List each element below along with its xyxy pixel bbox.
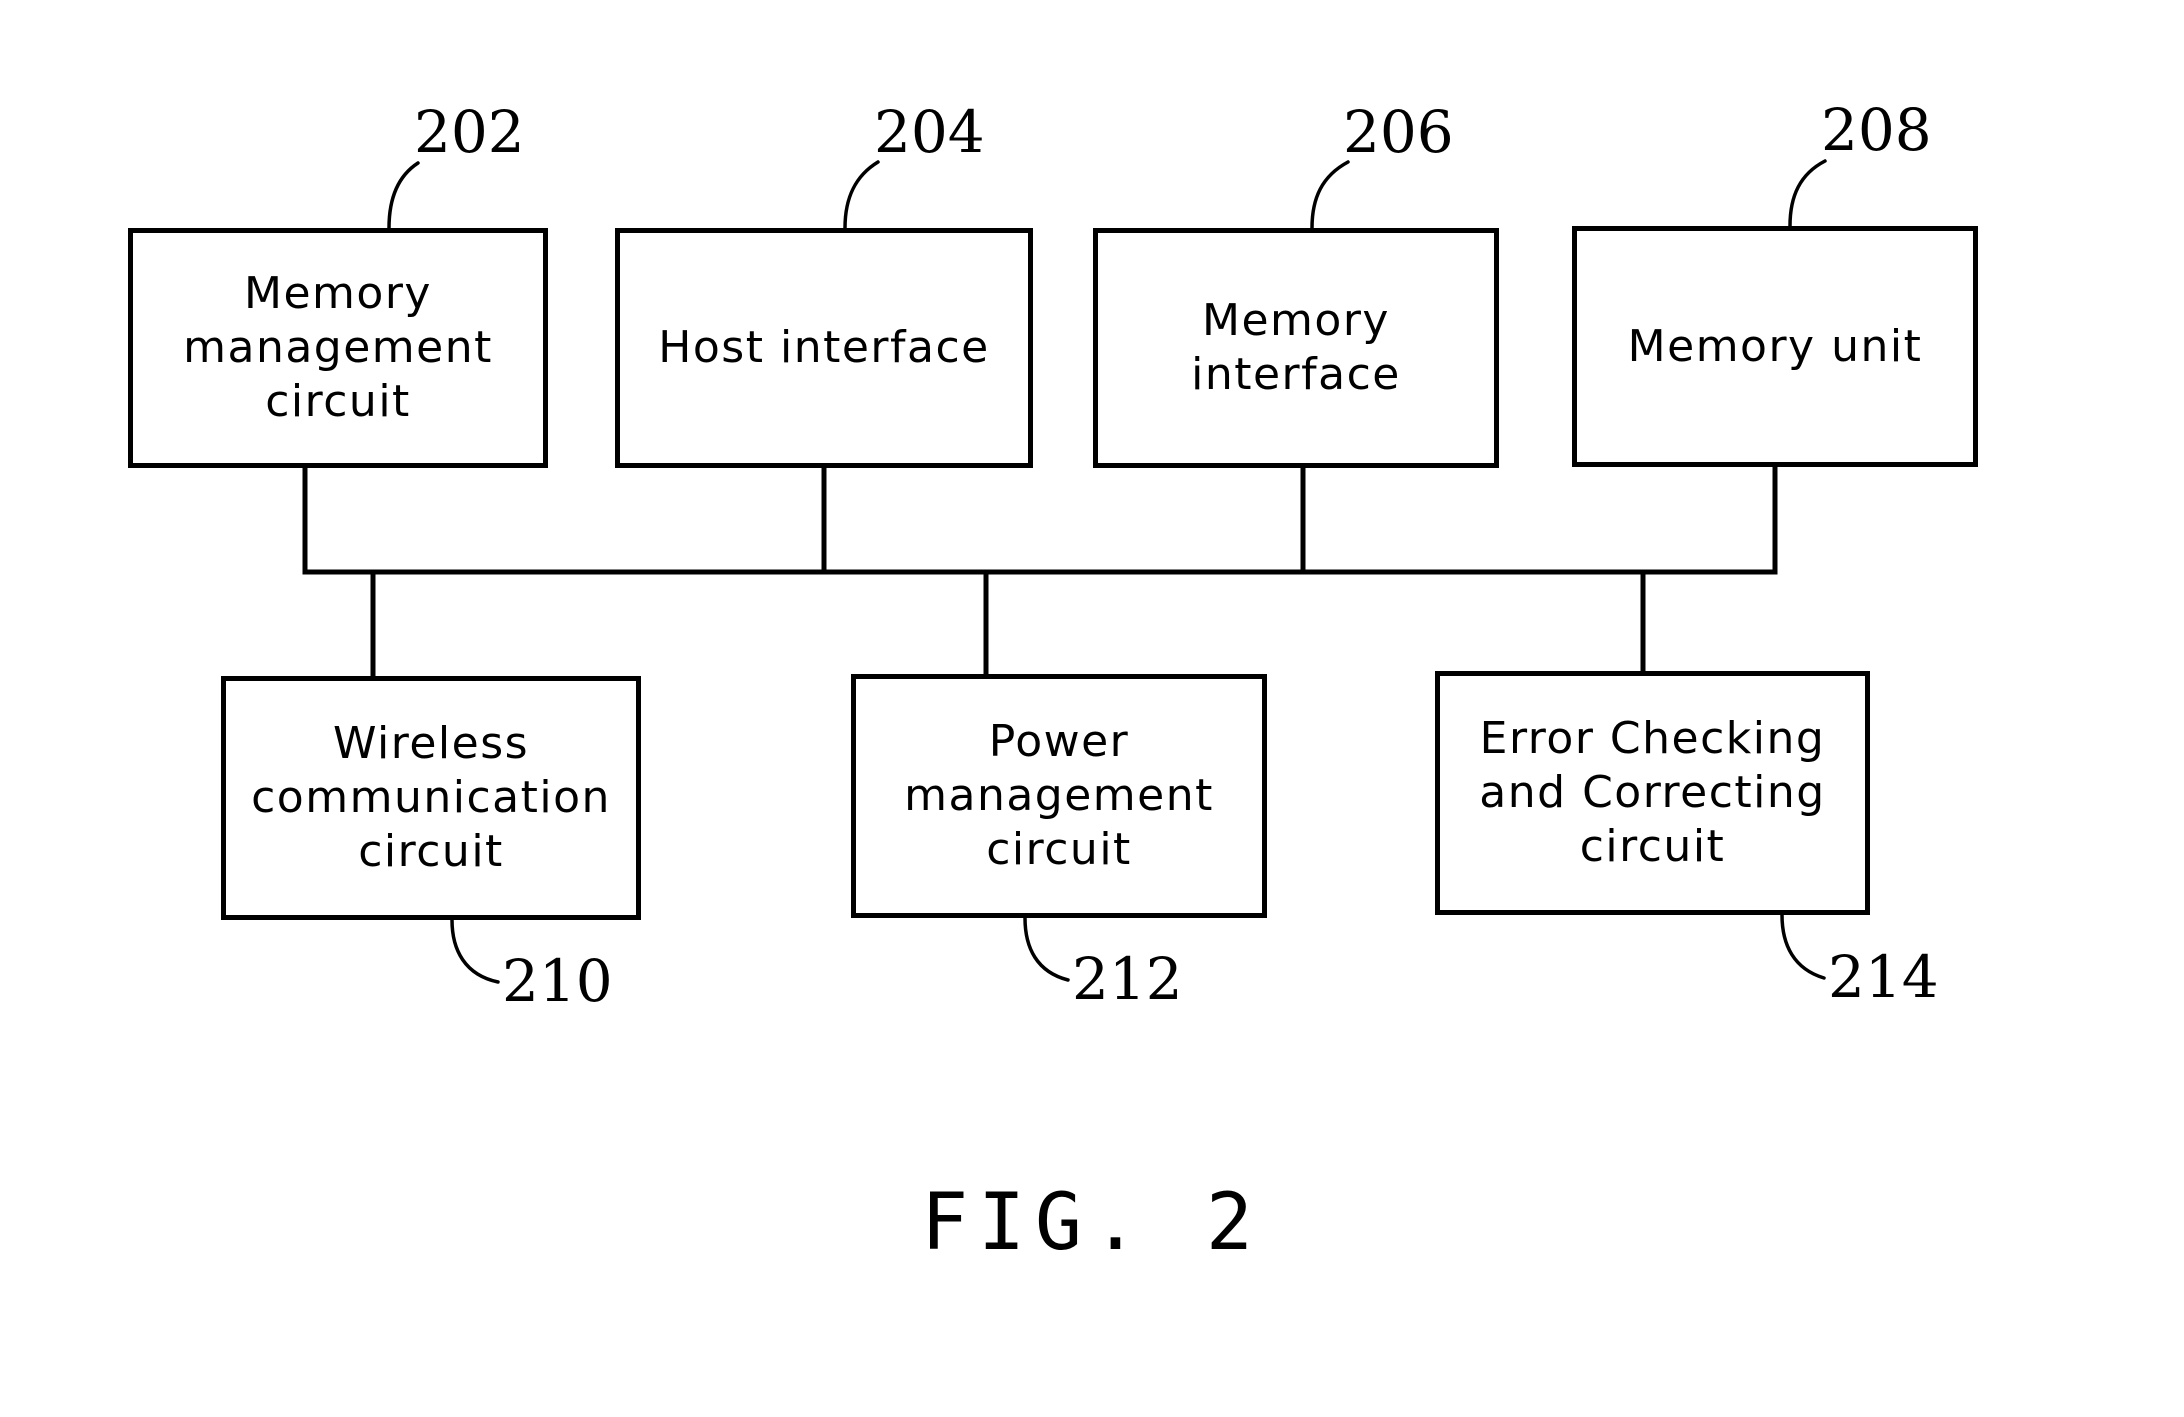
figure-caption: FIG. 2 xyxy=(921,1178,1263,1268)
leader-210 xyxy=(450,918,500,984)
leader-212 xyxy=(1023,916,1070,982)
block-label: Power management circuit xyxy=(904,716,1214,875)
leader-214 xyxy=(1780,913,1826,980)
ref-num-208: 208 xyxy=(1821,96,1932,164)
block-label: Error Checking and Correcting circuit xyxy=(1479,713,1826,872)
leader-206 xyxy=(1310,160,1350,230)
ref-num-210: 210 xyxy=(502,947,613,1015)
ref-num-204: 204 xyxy=(874,98,985,166)
block-memory-unit[interactable]: Memory unit xyxy=(1572,226,1978,467)
ref-num-206: 206 xyxy=(1343,98,1454,166)
leader-204 xyxy=(843,160,880,230)
block-label: Wireless communication circuit xyxy=(251,718,611,877)
block-wireless-communication-circuit[interactable]: Wireless communication circuit xyxy=(221,676,641,920)
block-label: Memory interface xyxy=(1191,295,1401,400)
block-error-checking-and-correcting-circuit[interactable]: Error Checking and Correcting circuit xyxy=(1435,671,1870,915)
ref-num-212: 212 xyxy=(1072,945,1183,1013)
leader-202 xyxy=(387,161,420,230)
patent-figure: 202 204 206 208 Memory management circui… xyxy=(0,0,2184,1417)
leader-208 xyxy=(1788,159,1827,228)
block-power-management-circuit[interactable]: Power management circuit xyxy=(851,674,1267,918)
ref-num-202: 202 xyxy=(414,98,525,166)
block-label: Memory management circuit xyxy=(183,268,493,427)
block-host-interface[interactable]: Host interface xyxy=(615,228,1033,468)
block-label: Host interface xyxy=(658,322,990,374)
block-memory-management-circuit[interactable]: Memory management circuit xyxy=(128,228,548,468)
block-label: Memory unit xyxy=(1627,320,1923,372)
ref-num-214: 214 xyxy=(1828,943,1939,1011)
block-memory-interface[interactable]: Memory interface xyxy=(1093,228,1499,468)
